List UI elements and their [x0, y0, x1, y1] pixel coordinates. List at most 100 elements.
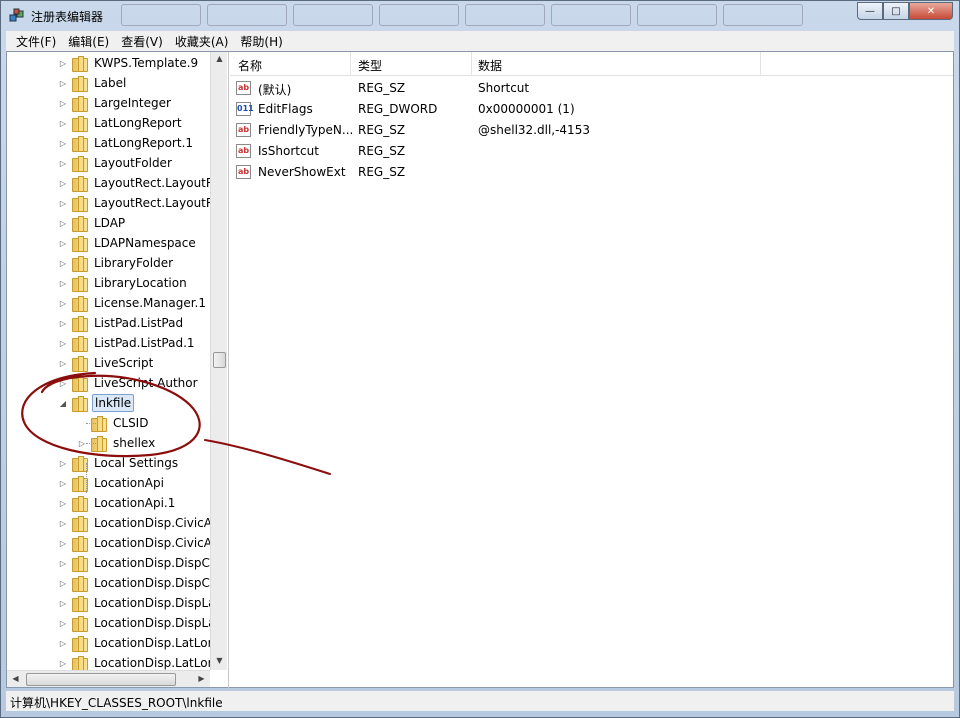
folder-icon — [72, 76, 88, 92]
expand-arrow-icon[interactable]: ▷ — [58, 113, 68, 133]
value-row[interactable]: ab (默认) REG_SZ Shortcut — [230, 78, 953, 99]
tree-item[interactable]: ▷ LocationDisp.LatLor — [58, 653, 210, 670]
tree-item[interactable]: ▷ LocationDisp.CivicAc — [58, 533, 210, 553]
tree-vertical-scrollbar[interactable]: ▲ ▼ — [210, 52, 227, 670]
title-bar[interactable]: 注册表编辑器 — □ ✕ — [1, 1, 959, 31]
tree-item[interactable]: ▷ LiveScript — [58, 353, 155, 373]
expand-arrow-icon[interactable]: ▷ — [58, 153, 68, 173]
tree-item[interactable]: ▷ LDAPNamespace — [58, 233, 198, 253]
value-name: IsShortcut — [258, 144, 319, 158]
list-header: 名称 类型 数据 — [230, 52, 953, 76]
tree-items: ▷ KWPS.Template.9 ▷ Label ▷ LargeInteger ▷ LatL… — [7, 52, 210, 670]
value-row[interactable]: ab IsShortcut REG_SZ — [230, 141, 953, 162]
tree-item-label: LayoutRect.LayoutRe — [94, 176, 210, 190]
value-row[interactable]: ab FriendlyTypeN... REG_SZ @shell32.dll,-41… — [230, 120, 953, 141]
value-row[interactable]: ab NeverShowExt REG_SZ — [230, 162, 953, 183]
value-data: Shortcut — [478, 81, 530, 95]
expand-arrow-icon[interactable]: ▷ — [58, 573, 68, 593]
tree-item[interactable]: ▷ LiveScript Author — [58, 373, 200, 393]
tree-item[interactable]: ▷ LDAP — [58, 213, 127, 233]
tree-item[interactable]: ▷ LocationApi.1 — [58, 493, 177, 513]
expand-arrow-icon[interactable]: ▷ — [58, 373, 68, 393]
expand-arrow-icon[interactable]: ▷ — [58, 253, 68, 273]
expand-arrow-icon[interactable]: ▷ — [58, 93, 68, 113]
value-type: REG_SZ — [358, 165, 406, 179]
value-row[interactable]: 011 EditFlags REG_DWORD 0x00000001 (1) — [230, 99, 953, 120]
tree-item[interactable]: ▷ LargeInteger — [58, 93, 173, 113]
scroll-left-arrow-icon[interactable]: ◀ — [7, 674, 24, 683]
maximize-button[interactable]: □ — [883, 2, 909, 20]
expand-arrow-icon[interactable]: ▷ — [58, 193, 68, 213]
tree-item[interactable]: ▷ Local Settings — [58, 453, 180, 473]
expand-arrow-icon[interactable]: ▷ — [58, 633, 68, 653]
tree-item[interactable]: ▷ LayoutFolder — [58, 153, 174, 173]
tree-item[interactable]: ▷ LatLongReport — [58, 113, 184, 133]
tree-item[interactable]: ▷ License.Manager.1 — [58, 293, 208, 313]
scroll-up-arrow-icon[interactable]: ▲ — [211, 54, 228, 63]
tree-item-label: LocationDisp.DispCi — [94, 576, 210, 590]
collapse-arrow-icon[interactable]: ◢ — [58, 393, 68, 413]
tree-item[interactable]: ▷ LibraryLocation — [58, 273, 189, 293]
expand-arrow-icon[interactable]: ▷ — [58, 493, 68, 513]
menu-edit[interactable]: 编辑(E) — [62, 33, 115, 50]
column-header-data[interactable]: 数据 — [478, 57, 502, 74]
tree-item[interactable]: ◢ lnkfile — [58, 393, 135, 413]
tree-item[interactable]: ▷ LocationDisp.DispLa — [58, 613, 210, 633]
expand-arrow-icon[interactable]: ▷ — [58, 293, 68, 313]
minimize-button[interactable]: — — [857, 2, 883, 20]
tree-item[interactable]: ▷ LocationDisp.DispCi — [58, 553, 210, 573]
tree-item[interactable]: ▷ LocationDisp.DispCi — [58, 573, 210, 593]
tree-item[interactable]: ▷ LocationApi — [58, 473, 166, 493]
expand-arrow-icon[interactable]: ▷ — [58, 353, 68, 373]
binary-value-icon: 011 — [236, 102, 254, 116]
tree-item[interactable]: ▷ LibraryFolder — [58, 253, 175, 273]
tree-horizontal-scrollbar[interactable]: ◀ ▶ — [7, 670, 210, 687]
folder-icon — [72, 136, 88, 152]
value-type: REG_SZ — [358, 81, 406, 95]
expand-arrow-icon[interactable]: ▷ — [58, 453, 68, 473]
menu-help[interactable]: 帮助(H) — [234, 33, 288, 50]
tree-item[interactable]: ▷ ListPad.ListPad — [58, 313, 185, 333]
column-header-name[interactable]: 名称 — [238, 57, 262, 74]
tree-item[interactable]: ▷ LocationDisp.LatLor — [58, 633, 210, 653]
expand-arrow-icon[interactable]: ▷ — [58, 473, 68, 493]
expand-arrow-icon[interactable]: ▷ — [58, 613, 68, 633]
tree-item-label: LocationDisp.LatLor — [94, 656, 210, 670]
tree-item-label: LocationDisp.DispCi — [94, 556, 210, 570]
column-header-type[interactable]: 类型 — [358, 57, 382, 74]
expand-arrow-icon[interactable]: ▷ — [58, 133, 68, 153]
menu-file[interactable]: 文件(F) — [10, 33, 62, 50]
menu-bar: 文件(F) 编辑(E) 查看(V) 收藏夹(A) 帮助(H) — [6, 31, 954, 51]
tree-item[interactable]: ▷ LocationDisp.CivicAc — [58, 513, 210, 533]
tree-item[interactable]: ▷ ListPad.ListPad.1 — [58, 333, 197, 353]
expand-arrow-icon[interactable]: ▷ — [58, 213, 68, 233]
expand-arrow-icon[interactable]: ▷ — [58, 53, 68, 73]
expand-arrow-icon[interactable]: ▷ — [58, 533, 68, 553]
expand-arrow-icon[interactable]: ▷ — [58, 593, 68, 613]
tree-item[interactable]: ▷ LayoutRect.LayoutRe — [58, 173, 210, 193]
expand-arrow-icon[interactable]: ▷ — [58, 233, 68, 253]
scroll-right-arrow-icon[interactable]: ▶ — [193, 674, 210, 683]
expand-arrow-icon[interactable]: ▷ — [58, 273, 68, 293]
horizontal-scroll-thumb[interactable] — [26, 673, 176, 686]
folder-icon — [72, 196, 88, 212]
expand-arrow-icon[interactable]: ▷ — [58, 553, 68, 573]
menu-favorites[interactable]: 收藏夹(A) — [169, 33, 235, 50]
tree-item-label: LocationApi — [94, 476, 164, 490]
vertical-scroll-thumb[interactable] — [213, 352, 226, 368]
tree-item[interactable]: ▷ LatLongReport.1 — [58, 133, 195, 153]
expand-arrow-icon[interactable]: ▷ — [58, 513, 68, 533]
expand-arrow-icon[interactable]: ▷ — [58, 173, 68, 193]
tree-item-label: ListPad.ListPad — [94, 316, 184, 330]
close-button[interactable]: ✕ — [909, 2, 953, 20]
tree-item[interactable]: ▷ KWPS.Template.9 — [58, 53, 200, 73]
scroll-down-arrow-icon[interactable]: ▼ — [211, 656, 228, 665]
expand-arrow-icon[interactable]: ▷ — [58, 333, 68, 353]
expand-arrow-icon[interactable]: ▷ — [58, 73, 68, 93]
tree-item[interactable]: ▷ LocationDisp.DispLa — [58, 593, 210, 613]
tree-item[interactable]: ▷ LayoutRect.LayoutRe — [58, 193, 210, 213]
tree-item[interactable]: ▷ Label — [58, 73, 128, 93]
expand-arrow-icon[interactable]: ▷ — [58, 653, 68, 670]
menu-view[interactable]: 查看(V) — [115, 33, 169, 50]
expand-arrow-icon[interactable]: ▷ — [58, 313, 68, 333]
